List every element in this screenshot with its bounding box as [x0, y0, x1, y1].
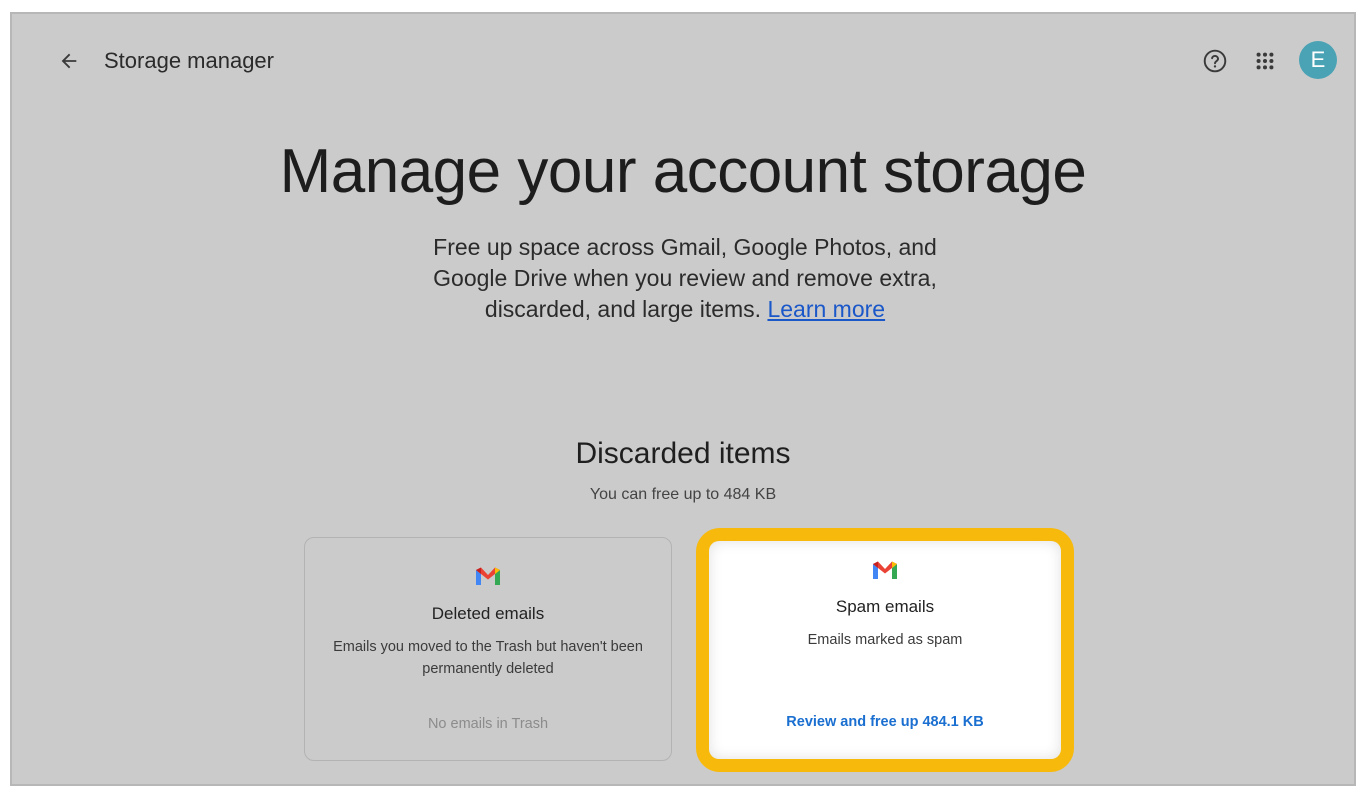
storage-manager-window: Storage manager E Manage your account st… [10, 12, 1356, 786]
page-description: Free up space across Gmail, Google Photo… [395, 232, 975, 325]
back-button[interactable] [52, 44, 86, 78]
review-spam-link[interactable]: Review and free up 484.1 KB [709, 711, 1061, 733]
gmail-icon [873, 561, 897, 579]
google-apps-button[interactable] [1248, 44, 1282, 78]
account-avatar[interactable]: E [1299, 41, 1337, 79]
arrow-back-icon [61, 53, 77, 69]
card-title: Deleted emails [431, 604, 545, 623]
card-description: Emails you moved to the Trash but haven'… [333, 639, 643, 677]
card-status: No emails in Trash [427, 716, 549, 732]
section-subtitle: You can free up to 484 KB [589, 486, 777, 503]
page-title: Manage your account storage [279, 137, 1087, 206]
help-button[interactable] [1198, 44, 1232, 78]
app-title: Storage manager [104, 48, 274, 73]
deleted-emails-card: Deleted emails Emails you moved to the T… [304, 537, 672, 761]
spam-emails-card[interactable]: Spam emails Emails marked as spam Review… [709, 541, 1061, 759]
learn-more-link[interactable]: Learn more [767, 296, 885, 322]
top-app-bar: Storage manager E [12, 14, 1354, 110]
section-title: Discarded items [575, 437, 791, 470]
card-description: Emails marked as spam [807, 632, 963, 648]
spam-emails-highlight: Spam emails Emails marked as spam Review… [696, 528, 1074, 772]
card-title: Spam emails [835, 597, 935, 616]
apps-grid-icon [1256, 52, 1274, 70]
help-icon [1203, 49, 1227, 73]
gmail-icon [476, 567, 500, 585]
